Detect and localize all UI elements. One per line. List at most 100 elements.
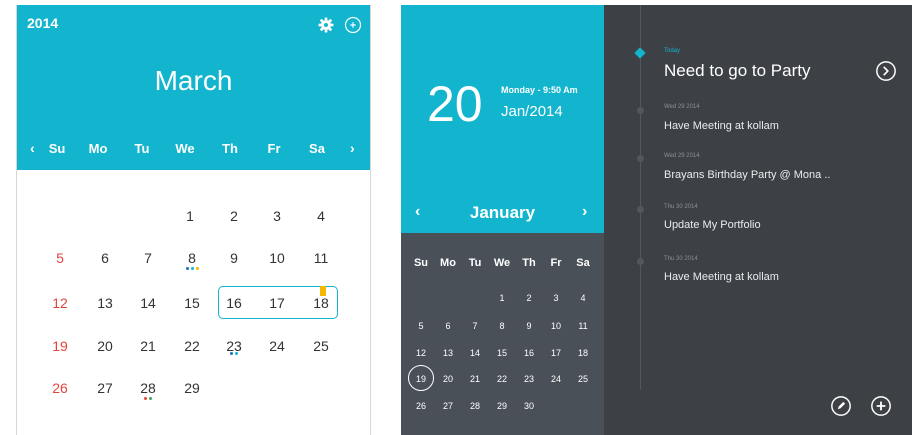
timeline-dot [637,107,644,114]
day-cell[interactable]: 9 [219,250,249,266]
day-cell[interactable]: 2 [219,208,249,224]
event-dot [190,267,194,270]
plus-circle-icon[interactable] [870,395,892,417]
mini-day-cell[interactable]: 16 [517,348,541,358]
event-dot [144,397,147,400]
day-cell[interactable]: 3 [262,208,292,224]
day-cell[interactable]: 26 [45,380,75,396]
mini-day-cell[interactable]: 14 [463,348,487,358]
day-cell[interactable]: 21 [133,338,163,354]
mini-weekday: Tu [468,257,482,269]
chevron-right-circle-icon[interactable] [875,60,897,82]
day-cell[interactable]: 27 [90,380,120,396]
day-cell[interactable]: 1 [175,208,205,224]
plus-circle-icon[interactable] [344,16,362,34]
mini-day-cell[interactable]: 21 [463,374,487,384]
day-cell[interactable]: 5 [45,250,75,266]
mini-day-cell[interactable]: 11 [571,321,595,331]
event-dot [230,352,233,355]
event-date: Thu 30 2014 [664,256,698,262]
mini-weekday: Th [522,257,536,269]
mini-weekday: We [493,257,511,269]
event-dot [235,352,238,355]
mini-day-cell[interactable]: 18 [571,348,595,358]
event-date: Wed 29 2014 [664,104,700,110]
mini-day-cell[interactable]: 26 [409,401,433,411]
timeline-dot [637,206,644,213]
event-date: Today [664,48,681,54]
mini-weekday: Mo [440,257,456,269]
event-dot [149,397,152,400]
today-marker [634,47,646,59]
event-dot [195,267,199,270]
day-cell[interactable]: 15 [177,295,207,311]
day-cell[interactable]: 25 [306,338,336,354]
day-cell[interactable]: 24 [262,338,292,354]
day-cell[interactable]: 10 [262,250,292,266]
pencil-circle-icon[interactable] [830,395,852,417]
day-cell[interactable]: 4 [306,208,336,224]
day-cell[interactable]: 16 [219,295,249,311]
mini-calendar: Su Mo Tu We Th Fr Sa 1 2 3 4 5 6 7 8 9 1… [401,233,604,435]
mini-day-cell[interactable]: 20 [436,374,460,384]
gear-icon[interactable] [317,16,335,34]
event-title[interactable]: Have Meeting at kollam [664,271,779,283]
mini-day-cell[interactable]: 25 [571,374,595,384]
day-cell[interactable]: 19 [45,338,75,354]
day-cell[interactable]: 18 [306,295,336,311]
event-title[interactable]: Need to go to Party [664,61,810,81]
mini-day-cell[interactable]: 5 [409,321,433,331]
weekday-th: Th [222,141,238,156]
next-month-button[interactable]: › [350,140,355,156]
mini-next-button[interactable]: › [582,203,587,221]
day-time-label: Monday - 9:50 Am [501,85,578,95]
weekday-mo: Mo [88,141,108,156]
event-title[interactable]: Brayans Birthday Party @ Mona .. [664,169,830,181]
day-cell[interactable]: 6 [90,250,120,266]
day-cell[interactable]: 20 [90,338,120,354]
mini-weekday: Su [413,257,429,269]
mini-day-cell[interactable]: 10 [544,321,568,331]
mini-day-cell[interactable]: 6 [436,321,460,331]
day-cell[interactable]: 17 [262,295,292,311]
day-cell[interactable]: 7 [133,250,163,266]
event-title[interactable]: Have Meeting at kollam [664,120,779,132]
mini-day-cell[interactable]: 8 [490,321,514,331]
year-label: 2014 [27,15,59,31]
mini-day-cell[interactable]: 12 [409,348,433,358]
day-cell[interactable]: 22 [177,338,207,354]
mini-day-cell[interactable]: 4 [571,293,595,303]
event-dots [133,397,163,400]
event-dots [219,352,249,355]
mini-day-cell[interactable]: 17 [544,348,568,358]
event-title[interactable]: Update My Portfolio [664,219,761,231]
big-day-number: 20 [427,76,483,132]
weekday-sa: Sa [309,141,325,156]
mini-day-cell[interactable]: 15 [490,348,514,358]
day-cell[interactable]: 29 [177,380,207,396]
day-cell[interactable]: 14 [133,295,163,311]
day-cell[interactable]: 13 [90,295,120,311]
mini-day-cell[interactable]: 30 [517,401,541,411]
mini-day-cell[interactable]: 7 [463,321,487,331]
mini-day-cell[interactable]: 19 [409,374,433,384]
date-detail-panel: 20 Monday - 9:50 Am Jan/2014 ‹ January › [401,5,604,233]
mini-day-cell[interactable]: 1 [490,293,514,303]
month-title: March [154,65,233,96]
mini-day-cell[interactable]: 22 [490,374,514,384]
mini-day-cell[interactable]: 29 [490,401,514,411]
mini-day-cell[interactable]: 9 [517,321,541,331]
day-cell[interactable]: 12 [45,295,75,311]
day-cell[interactable]: 28 [133,380,163,396]
day-cell[interactable]: 11 [306,250,336,266]
month-year-label: Jan/2014 [501,103,563,120]
mini-day-cell[interactable]: 3 [544,293,568,303]
mini-day-cell[interactable]: 24 [544,374,568,384]
mini-day-cell[interactable]: 23 [517,374,541,384]
day-cell[interactable]: 8 [177,250,207,266]
mini-day-cell[interactable]: 28 [463,401,487,411]
prev-month-button[interactable]: ‹ [30,140,35,156]
mini-day-cell[interactable]: 27 [436,401,460,411]
mini-day-cell[interactable]: 13 [436,348,460,358]
mini-day-cell[interactable]: 2 [517,293,541,303]
